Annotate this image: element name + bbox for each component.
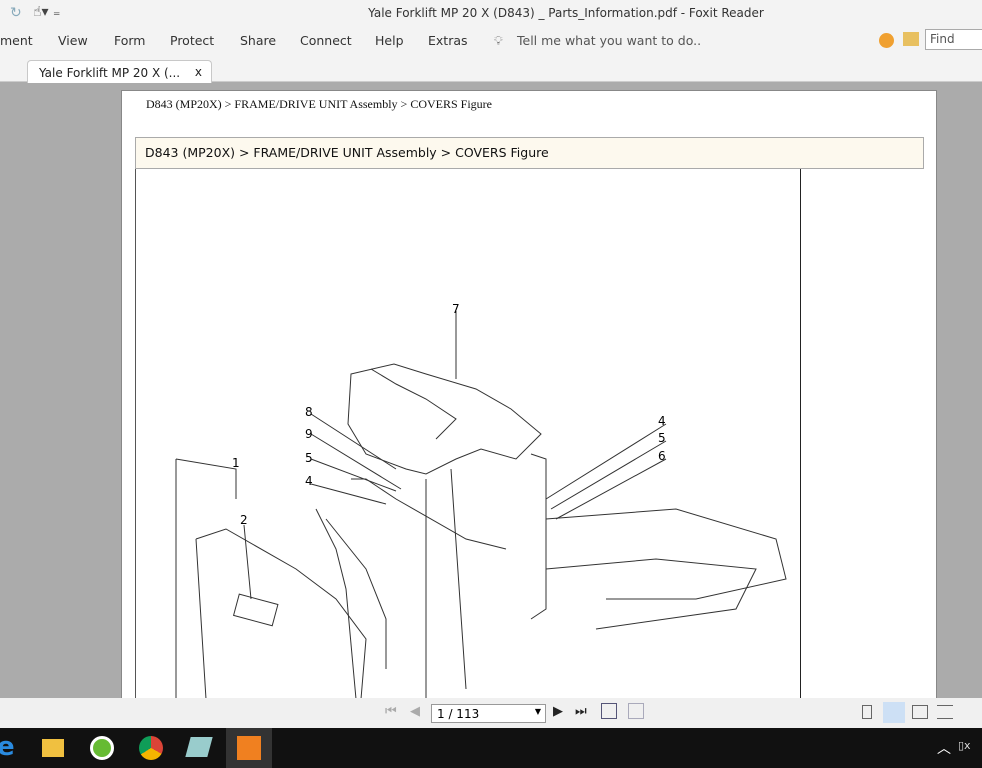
chrome-icon[interactable] — [139, 736, 163, 760]
page-number-input[interactable]: 1 / 113 ▼ — [431, 704, 546, 723]
tab-label: Yale Forklift MP 20 X (... — [39, 66, 181, 80]
app-icon[interactable] — [90, 736, 114, 760]
chevron-up-icon[interactable]: ︿ — [937, 738, 951, 758]
battery-icon[interactable]: ▯x — [958, 739, 971, 752]
last-page-icon[interactable]: ⏭ — [575, 704, 587, 719]
callout-8: 8 — [305, 405, 313, 419]
callout-5b: 5 — [658, 431, 666, 445]
facing-page-icon[interactable] — [912, 705, 928, 719]
tell-me-input[interactable]: Tell me what you want to do.. — [517, 33, 701, 48]
heart-icon[interactable] — [879, 33, 894, 48]
title-bar: ↻ ☝▾ ₌ Yale Forklift MP 20 X (D843) _ Pa… — [0, 0, 982, 28]
single-page-icon[interactable] — [862, 705, 872, 719]
edge-icon[interactable]: e — [0, 732, 15, 762]
window-title: Yale Forklift MP 20 X (D843) _ Parts_Inf… — [368, 6, 764, 20]
callout-7: 7 — [452, 302, 460, 316]
previous-view-icon[interactable] — [601, 703, 617, 719]
previous-page-icon[interactable]: ◀ — [410, 704, 420, 719]
menu-comment[interactable]: ment — [0, 33, 33, 48]
tab-bar: Yale Forklift MP 20 X (... x — [0, 55, 982, 83]
page-dropdown-icon[interactable]: ▼ — [535, 707, 541, 716]
menu-extras[interactable]: Extras — [428, 33, 468, 48]
first-page-icon[interactable]: ⏮ — [385, 704, 397, 719]
continuous-facing-icon[interactable] — [937, 705, 953, 719]
parts-figure: 7 8 9 5 4 1 2 4 5 6 — [135, 169, 801, 709]
taskbar: e ︿ ▯x — [0, 728, 982, 768]
callout-2: 2 — [240, 513, 248, 527]
covers-diagram — [175, 311, 787, 709]
lightbulb-icon: 💡︎ — [494, 33, 503, 48]
menu-connect[interactable]: Connect — [300, 33, 352, 48]
document-tab[interactable]: Yale Forklift MP 20 X (... x — [27, 60, 212, 83]
page-indicator: 1 / 113 — [437, 707, 480, 721]
page-header: D843 (MP20X) > FRAME/DRIVE UNIT Assembly… — [146, 97, 492, 111]
menu-share[interactable]: Share — [240, 33, 276, 48]
close-tab-icon[interactable]: x — [195, 65, 202, 79]
menu-protect[interactable]: Protect — [170, 33, 214, 48]
menu-help[interactable]: Help — [375, 33, 404, 48]
find-input[interactable]: Find — [925, 29, 982, 50]
callout-4b: 4 — [658, 414, 666, 428]
callout-9: 9 — [305, 427, 313, 441]
foxit-taskbar-button[interactable] — [226, 728, 272, 768]
menu-view[interactable]: View — [58, 33, 88, 48]
callout-4: 4 — [305, 474, 313, 488]
file-explorer-icon[interactable] — [42, 739, 64, 757]
callout-1: 1 — [232, 456, 240, 470]
notepad-icon[interactable] — [185, 737, 213, 757]
next-page-icon[interactable]: ▶ — [553, 704, 563, 719]
breadcrumb: D843 (MP20X) > FRAME/DRIVE UNIT Assembly… — [135, 137, 924, 169]
search-folder-icon[interactable] — [903, 32, 919, 46]
menu-form[interactable]: Form — [114, 33, 146, 48]
next-view-icon[interactable] — [628, 703, 644, 719]
callout-5: 5 — [305, 451, 313, 465]
pdf-page: D843 (MP20X) > FRAME/DRIVE UNIT Assembly… — [121, 90, 937, 709]
continuous-page-icon[interactable] — [883, 702, 905, 723]
callout-6: 6 — [658, 449, 666, 463]
menu-bar: ment View Form Protect Share Connect Hel… — [0, 28, 982, 55]
